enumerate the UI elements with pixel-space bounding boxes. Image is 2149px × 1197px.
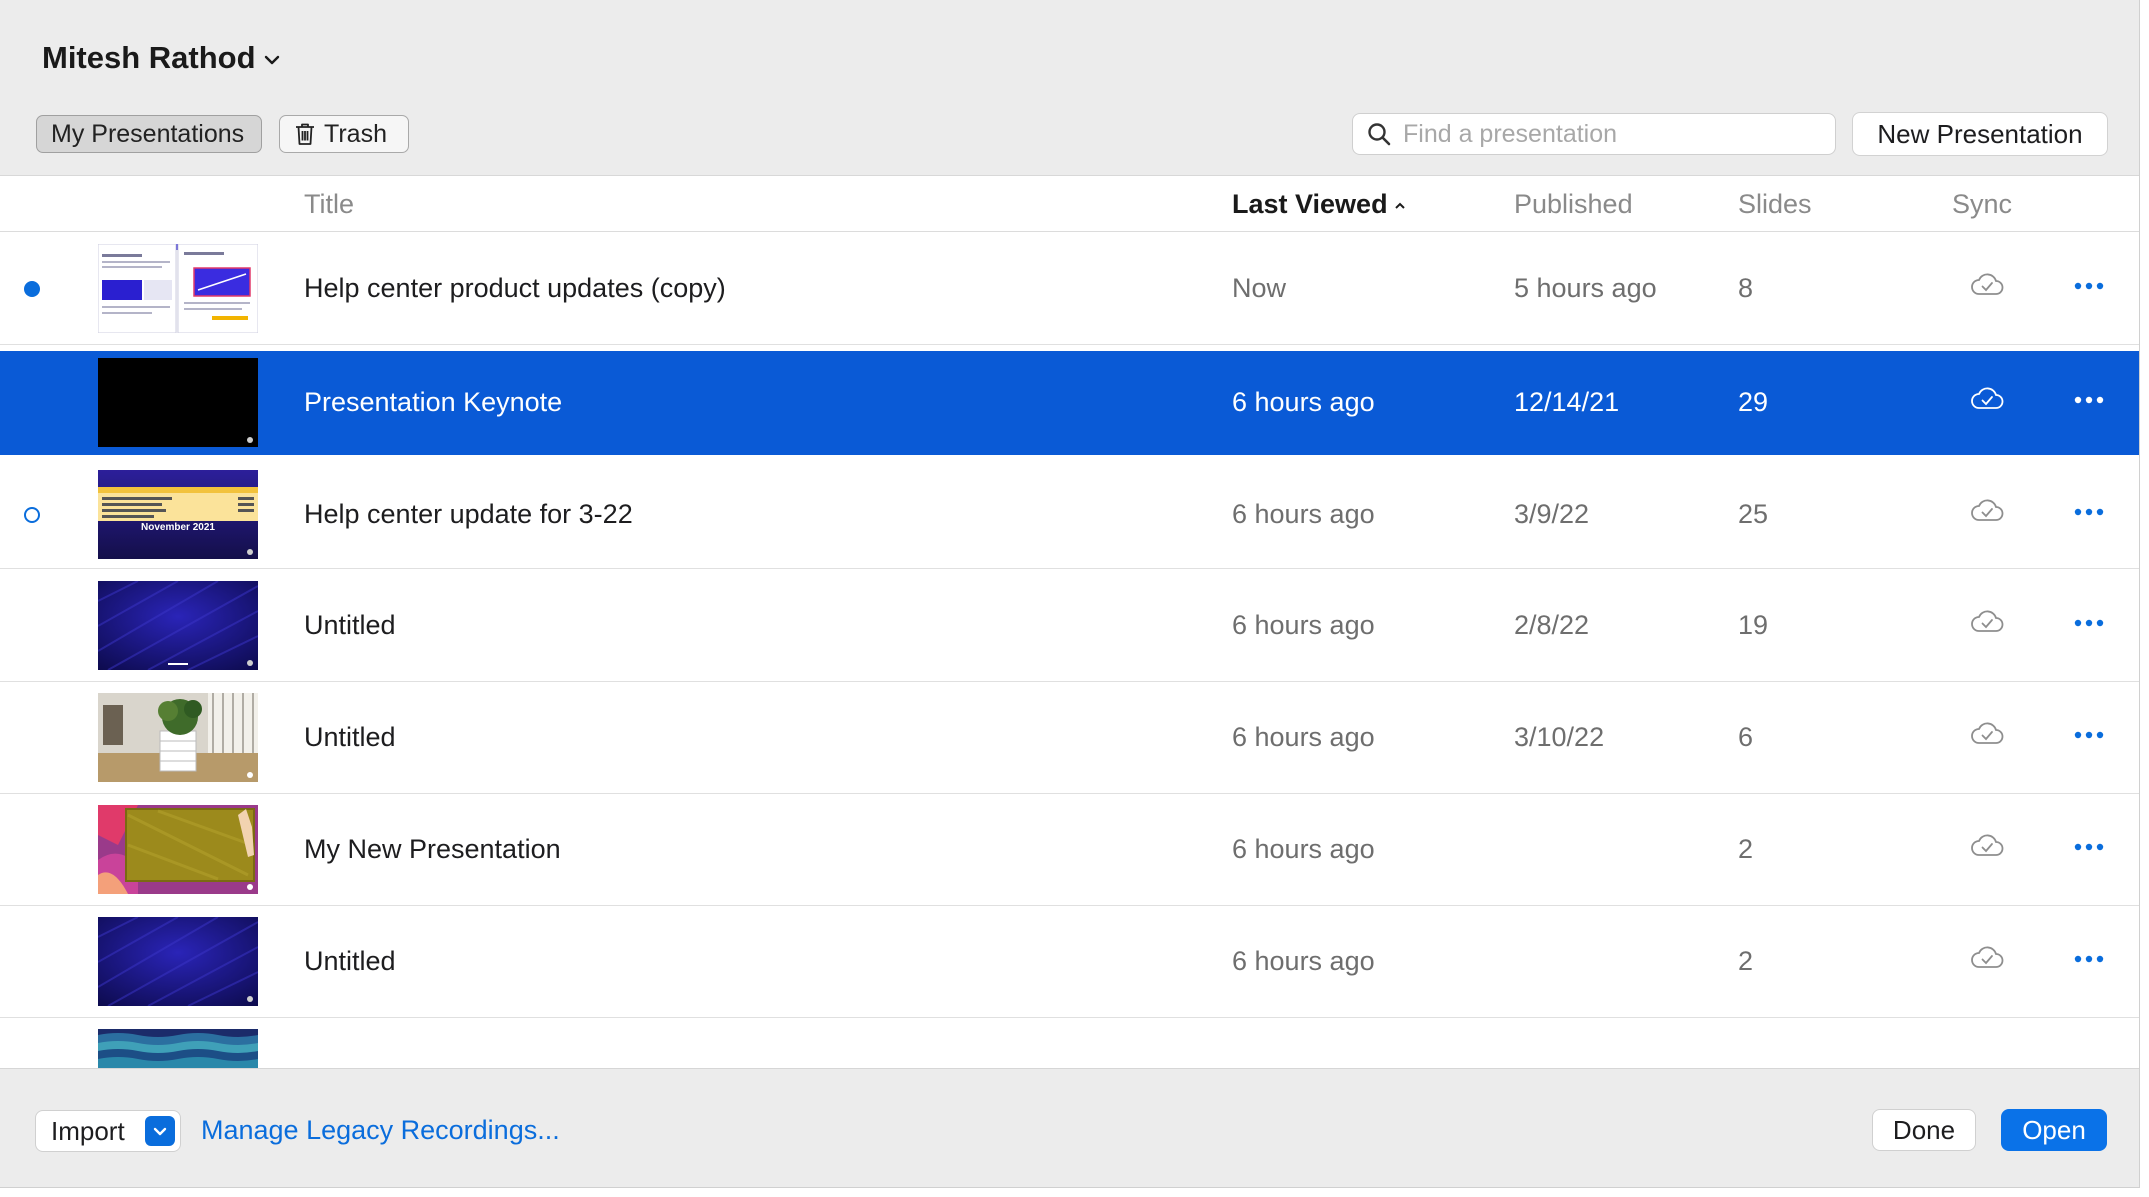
table-row[interactable]: Untitled 6 hours ago 3/10/22 6	[0, 682, 2139, 794]
cloud-check-icon	[1971, 499, 2004, 521]
footer-bar: Import Manage Legacy Recordings... Done …	[0, 1068, 2139, 1187]
row-slides: 6	[1738, 722, 1754, 752]
table-row-selected[interactable]: Presentation Keynote 6 hours ago 12/14/2…	[0, 351, 2139, 455]
column-header-published[interactable]: Published	[1514, 189, 1633, 220]
cloud-check-icon	[1971, 834, 2004, 856]
account-menu[interactable]: Mitesh Rathod	[42, 36, 280, 80]
presentation-browser-window: Mitesh Rathod My Presentations Trash New…	[0, 0, 2140, 1188]
tab-trash[interactable]: Trash	[279, 115, 409, 153]
row-last-viewed: 6 hours ago	[1232, 610, 1375, 640]
import-button[interactable]: Import	[35, 1110, 181, 1152]
row-last-viewed: 6 hours ago	[1232, 499, 1375, 529]
row-last-viewed: 6 hours ago	[1232, 834, 1375, 864]
more-icon[interactable]	[2074, 508, 2104, 516]
more-icon[interactable]	[2074, 955, 2104, 963]
presentation-thumbnail: November 2021	[98, 470, 258, 559]
more-icon[interactable]	[2074, 282, 2104, 290]
presentation-thumbnail	[98, 1029, 258, 1068]
row-title: Untitled	[304, 722, 396, 752]
account-name: Mitesh Rathod	[42, 40, 256, 75]
chevron-down-icon	[153, 1127, 167, 1136]
search-icon	[1368, 123, 1391, 146]
presentation-thumbnail	[98, 917, 258, 1006]
presentation-thumbnail	[98, 805, 258, 894]
row-slides: 2	[1738, 946, 1754, 976]
tab-my-presentations[interactable]: My Presentations	[36, 115, 262, 153]
presentation-thumbnail	[98, 693, 258, 782]
row-slides: 19	[1738, 610, 1769, 640]
row-title: Untitled	[304, 946, 396, 976]
presentation-thumbnail	[98, 358, 258, 447]
sort-ascending-icon	[1394, 202, 1405, 209]
cloud-check-icon	[1971, 387, 2004, 409]
column-header-last-viewed-label: Last Viewed	[1232, 189, 1388, 219]
open-button[interactable]: Open	[2001, 1109, 2107, 1151]
list-header: Title Last Viewed Published Slides Sync	[0, 176, 2139, 232]
row-last-viewed: 6 hours ago	[1232, 946, 1375, 976]
table-row-partial[interactable]	[0, 1018, 2139, 1068]
tab-trash-label: Trash	[324, 119, 387, 148]
row-title: Help center update for 3-22	[304, 499, 633, 529]
open-label: Open	[2022, 1114, 2086, 1145]
more-icon[interactable]	[2074, 843, 2104, 851]
row-published: 5 hours ago	[1514, 273, 1657, 303]
table-row[interactable]: My New Presentation 6 hours ago 2	[0, 794, 2139, 906]
row-title: My New Presentation	[304, 834, 561, 864]
tab-my-presentations-label: My Presentations	[51, 119, 245, 148]
thumbnail-caption: November 2021	[141, 522, 215, 533]
column-header-title[interactable]: Title	[304, 189, 354, 220]
manage-legacy-recordings-link[interactable]: Manage Legacy Recordings...	[201, 1115, 560, 1146]
row-title: Presentation Keynote	[304, 387, 563, 417]
row-last-viewed: 6 hours ago	[1232, 722, 1375, 752]
more-icon[interactable]	[2074, 731, 2104, 739]
row-title: Untitled	[304, 610, 396, 640]
row-published: 2/8/22	[1514, 610, 1590, 640]
row-slides: 29	[1738, 387, 1769, 417]
row-last-viewed: 6 hours ago	[1232, 387, 1375, 417]
presentation-thumbnail	[98, 581, 258, 670]
table-row[interactable]: November 2021 Help center update for 3-2…	[0, 459, 2139, 569]
cloud-check-icon	[1971, 722, 2004, 744]
column-header-last-viewed[interactable]: Last Viewed	[1232, 189, 1406, 220]
recent-indicator-dot	[24, 281, 40, 297]
table-row[interactable]: Untitled 6 hours ago 2	[0, 906, 2139, 1018]
done-button[interactable]: Done	[1872, 1109, 1976, 1151]
presentation-thumbnail	[98, 244, 258, 333]
row-slides: 8	[1738, 273, 1754, 303]
new-presentation-button[interactable]: New Presentation	[1852, 112, 2108, 156]
unsynced-indicator-dot	[24, 507, 40, 523]
import-label: Import	[51, 1115, 125, 1146]
search-input[interactable]	[1403, 119, 1823, 149]
more-icon[interactable]	[2074, 396, 2104, 404]
search-field[interactable]	[1352, 113, 1836, 155]
chevron-down-icon	[264, 55, 279, 65]
row-slides: 25	[1738, 499, 1769, 529]
cloud-check-icon	[1971, 946, 2004, 968]
import-menu-toggle[interactable]	[145, 1116, 175, 1146]
table-row[interactable]: Help center product updates (copy) Now 5…	[0, 233, 2139, 345]
row-title: Help center product updates (copy)	[304, 273, 726, 303]
column-header-slides[interactable]: Slides	[1738, 189, 1812, 220]
row-published: 3/9/22	[1514, 499, 1590, 529]
row-last-viewed: Now	[1232, 273, 1287, 303]
presentation-list: Title Last Viewed Published Slides Sync	[0, 175, 2139, 1068]
row-slides: 2	[1738, 834, 1754, 864]
cloud-check-icon	[1971, 273, 2004, 295]
more-icon[interactable]	[2074, 619, 2104, 627]
column-header-sync[interactable]: Sync	[1952, 189, 2012, 220]
row-published: 12/14/21	[1514, 387, 1620, 417]
cloud-check-icon	[1971, 610, 2004, 632]
row-published: 3/10/22	[1514, 722, 1605, 752]
new-presentation-label: New Presentation	[1877, 118, 2083, 149]
trash-icon	[296, 123, 314, 145]
done-label: Done	[1892, 1114, 1956, 1145]
table-row[interactable]: Untitled 6 hours ago 2/8/22 19	[0, 570, 2139, 682]
